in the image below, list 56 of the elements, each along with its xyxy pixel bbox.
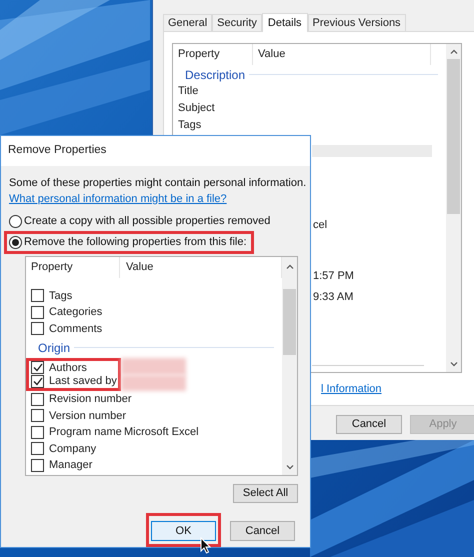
group-heading: Origin [38,340,70,357]
select-all-button[interactable]: Select All [233,484,298,503]
tab[interactable]: Previous Versions [308,14,406,31]
column-header[interactable]: Value [253,44,431,65]
message-text: Some of these properties might contain personal information. [9,176,308,191]
property-name: Categories [49,305,102,320]
property-name: Comments [49,322,102,337]
property-value: cel [313,218,328,234]
checkbox[interactable] [31,442,44,456]
radio-button[interactable] [9,214,22,228]
window-title: Remove Properties [8,143,106,158]
property-value: 9:33 AM [313,290,354,306]
checkbox[interactable] [31,409,44,422]
checkbox[interactable] [31,361,44,374]
checkbox[interactable] [31,322,44,336]
property-name: Revision number [49,392,132,408]
property-name: Authors [49,360,87,376]
help-link[interactable]: What personal information might be in a file? [9,190,310,207]
scrollbar[interactable] [446,44,461,372]
column-header[interactable]: Property [26,256,120,278]
property-name: Last saved by [49,374,117,390]
scroll-up-icon[interactable] [450,49,458,54]
scrollbar[interactable] [282,256,297,475]
checkbox[interactable] [31,289,44,302]
property-name: Program name [49,425,122,440]
dialog-button[interactable]: Cancel [230,521,295,542]
tab[interactable]: General [163,14,212,31]
scroll-up-icon[interactable] [286,264,294,270]
scroll-thumb[interactable] [283,288,296,355]
checkbox[interactable] [31,392,44,406]
column-header[interactable]: Property [173,44,253,65]
dialog-button[interactable]: Cancel [336,415,402,434]
dialog-button[interactable]: OK [151,521,216,542]
property-name: Subject [177,101,216,116]
checkbox[interactable] [31,458,44,472]
radio-option[interactable]: Create a copy with all possible properties removed [9,212,270,230]
radio-button[interactable] [9,236,22,249]
property-name: Tags [177,118,202,134]
checkbox[interactable] [31,374,44,388]
tab[interactable]: Details [262,13,308,32]
scroll-down-icon[interactable] [286,464,294,470]
checkbox[interactable] [31,306,44,319]
property-name: Version number [49,408,126,424]
checkbox[interactable] [31,426,44,439]
scroll-down-icon[interactable] [450,362,458,367]
property-name: Company [49,442,96,457]
scroll-thumb[interactable] [447,59,460,214]
cursor-icon [200,537,211,554]
property-name: Manager [49,458,92,474]
property-value: 1:57 PM [313,269,355,284]
property-value: Microsoft Excel [123,425,199,440]
group-heading: Description [185,66,246,84]
property-name: Tags [49,288,72,304]
property-name: Title [177,84,200,100]
tab[interactable]: Security [212,14,262,31]
details-link[interactable]: l Information [321,381,474,398]
